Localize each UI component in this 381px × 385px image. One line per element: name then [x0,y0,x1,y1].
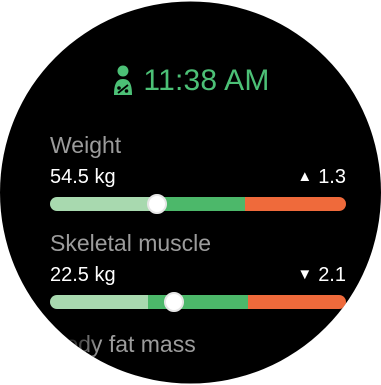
watch-screen[interactable]: 11:38 AM Weight 54.5 kg ▲ 1.3 Skeletal m… [0,1,381,384]
skeletal-muscle-delta-value: 2.1 [318,264,346,286]
weight-delta: ▲ 1.3 [297,164,346,190]
delta-down-icon: ▼ [297,266,313,283]
skeletal-muscle-range-track [50,295,346,309]
skeletal-muscle-indicator [164,292,185,312]
range-segment-low [50,197,157,211]
range-segment-high [245,197,346,211]
weight-delta-value: 1.3 [318,166,346,188]
range-segment-low [50,295,148,309]
skeletal-muscle-range-bar [50,292,346,312]
range-segment-normal [147,295,249,309]
skeletal-muscle-metric[interactable]: Skeletal muscle 22.5 kg ▼ 2.1 [50,230,346,312]
header: 11:38 AM [0,64,381,98]
weight-value: 54.5 kg [50,166,116,188]
weight-metric[interactable]: Weight 54.5 kg ▲ 1.3 [50,132,346,214]
range-segment-normal [156,197,246,211]
weight-value-row: 54.5 kg ▲ 1.3 [50,164,346,190]
weight-range-bar [50,194,346,214]
delta-up-icon: ▲ [297,168,313,185]
skeletal-muscle-value-row: 22.5 kg ▼ 2.1 [50,262,346,288]
range-segment-high [248,295,346,309]
weight-label: Weight [50,132,122,158]
body-fat-mass-label: Body fat mass [50,331,196,357]
skeletal-muscle-label: Skeletal muscle [50,230,212,256]
weight-range-track [50,197,346,211]
skeletal-muscle-delta: ▼ 2.1 [297,262,346,288]
weight-indicator [146,194,167,214]
skeletal-muscle-value: 22.5 kg [50,264,116,286]
person-body-composition-icon [114,65,133,95]
time-text: 11:38 AM [143,64,270,97]
